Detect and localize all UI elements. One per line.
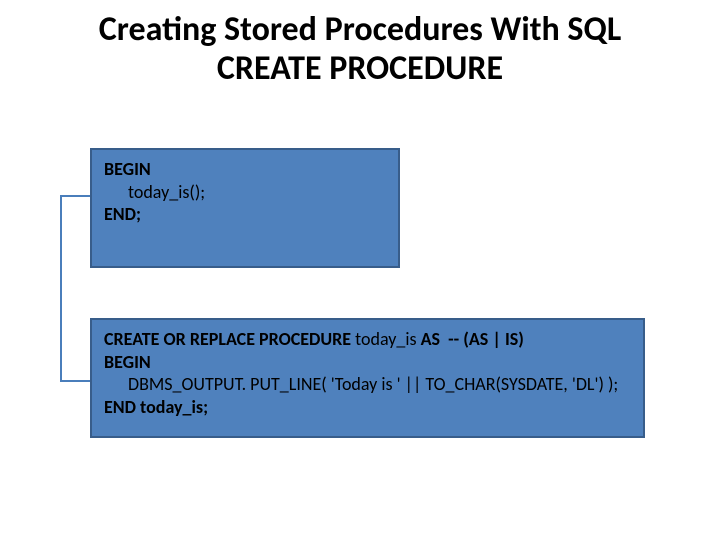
code-line: BEGIN xyxy=(104,158,151,180)
title-line-1: Creating Stored Procedures With SQL xyxy=(99,9,621,50)
connector-line xyxy=(60,195,90,197)
code-line: BEGIN xyxy=(104,351,151,373)
caller-code-block: BEGIN today_is(); END; xyxy=(90,148,400,268)
code-line: END today_is; xyxy=(104,396,208,418)
procedure-code-block: CREATE OR REPLACE PROCEDURE today_is AS … xyxy=(90,318,645,438)
code-line: today_is(); xyxy=(104,181,205,204)
code-line: DBMS_OUTPUT. PUT_LINE( 'Today is ' || TO… xyxy=(104,373,618,396)
slide: Creating Stored Procedures With SQL CREA… xyxy=(0,0,720,540)
code-keyword: AS -- (AS | IS) xyxy=(421,328,524,350)
connector-line xyxy=(60,195,62,380)
connector-line xyxy=(60,380,90,382)
code-keyword: CREATE OR REPLACE PROCEDURE xyxy=(104,328,355,350)
code-line: END; xyxy=(104,203,141,225)
title-line-2: CREATE PROCEDURE xyxy=(217,48,503,89)
slide-title: Creating Stored Procedures With SQL CREA… xyxy=(0,10,720,88)
code-ident: today_is xyxy=(355,328,420,350)
